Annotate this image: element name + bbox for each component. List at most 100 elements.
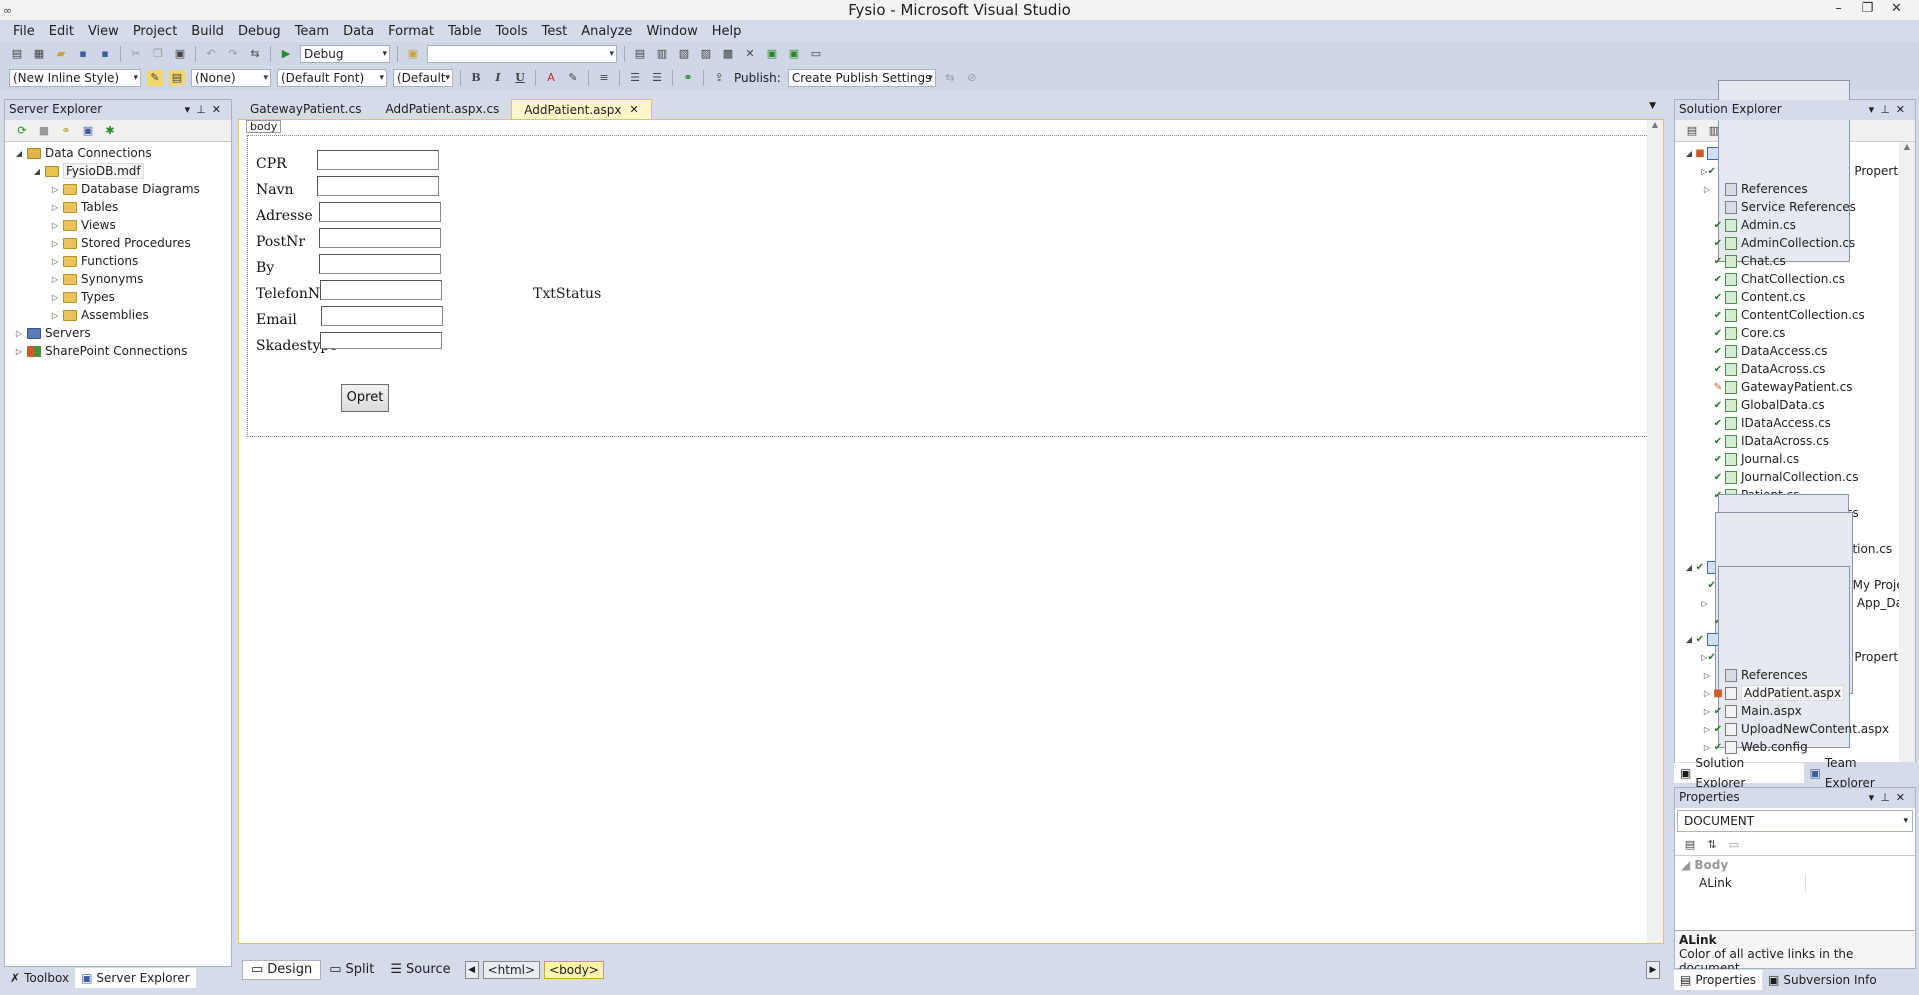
- highlight-icon[interactable]: ✎: [565, 70, 581, 86]
- collapsed-icon[interactable]: ▷: [49, 257, 61, 266]
- connect-server-icon[interactable]: ▣: [80, 123, 96, 139]
- extensions-icon[interactable]: ✕: [742, 46, 758, 62]
- menu-help[interactable]: Help: [705, 24, 749, 39]
- collapsed-icon[interactable]: ▷: [13, 347, 25, 356]
- menu-build[interactable]: Build: [184, 24, 231, 39]
- toolbox-icon[interactable]: ▨: [698, 46, 714, 62]
- close-button[interactable]: ✕: [1882, 0, 1911, 20]
- solution-explorer-icon[interactable]: ▤: [632, 46, 648, 62]
- solution-tree-item[interactable]: ✎ GatewayPatient.cs: [1675, 378, 1915, 396]
- solution-tree-item[interactable]: ✔ ChatCollection.cs: [1675, 270, 1915, 288]
- property-row-alink[interactable]: ALink: [1675, 874, 1915, 892]
- solution-tree-item[interactable]: ▷ ■ AddPatient.aspx: [1675, 684, 1915, 702]
- add-item-icon[interactable]: ▦: [31, 46, 47, 62]
- collapsed-icon[interactable]: ▷: [49, 275, 61, 284]
- textbox-by[interactable]: [319, 254, 441, 274]
- property-pages-icon[interactable]: ▭: [1726, 837, 1742, 853]
- tab-source[interactable]: ☰ Source: [382, 960, 458, 980]
- publish-settings-select[interactable]: Create Publish Settings: [787, 69, 936, 87]
- categorized-icon[interactable]: ▤: [1682, 837, 1698, 853]
- solution-tree-item[interactable]: ▷ ✔ Main.aspx: [1675, 702, 1915, 720]
- tree-data-connections[interactable]: ◢ Data Connections: [5, 144, 231, 162]
- tab-split[interactable]: ▭ Split: [321, 960, 382, 980]
- expanded-icon[interactable]: ◢: [1683, 563, 1695, 572]
- redo-icon[interactable]: ↷: [225, 46, 241, 62]
- command-window-icon[interactable]: ▭: [808, 46, 824, 62]
- find-in-files-icon[interactable]: ▣: [405, 46, 421, 62]
- tree-db-child[interactable]: ▷ Tables: [5, 198, 231, 216]
- collapsed-icon[interactable]: ▷: [49, 203, 61, 212]
- font-size-select[interactable]: (Default: [393, 69, 453, 87]
- panel-controls[interactable]: ▾⊥✕: [185, 100, 227, 119]
- textbox-email[interactable]: [321, 306, 443, 326]
- solution-tree-item[interactable]: ▷ ✔ Properties: [1675, 566, 1915, 748]
- textbox-adresse[interactable]: [319, 202, 441, 222]
- menu-test[interactable]: Test: [535, 24, 575, 39]
- solution-tree-item[interactable]: ✔ GlobalData.cs: [1675, 396, 1915, 414]
- collapsed-icon[interactable]: ▷: [1701, 707, 1713, 716]
- scroll-up-icon[interactable]: ▲: [1899, 142, 1915, 151]
- paste-icon[interactable]: ▣: [172, 46, 188, 62]
- crumb-forward-icon[interactable]: ▶: [1646, 961, 1660, 979]
- save-all-icon[interactable]: ▪: [97, 46, 113, 62]
- numbering-icon[interactable]: ☰: [649, 70, 665, 86]
- solution-tree-item[interactable]: ✔ Journal.cs: [1675, 450, 1915, 468]
- minimize-button[interactable]: –: [1824, 0, 1853, 20]
- textbox-navn[interactable]: [317, 176, 439, 196]
- tab-addpatient-aspx-cs[interactable]: AddPatient.aspx.cs: [373, 99, 511, 119]
- align-icon[interactable]: ≡: [596, 70, 612, 86]
- panel-controls[interactable]: ▾⊥✕: [1869, 788, 1911, 807]
- undo-icon[interactable]: ↶: [203, 46, 219, 62]
- crumb-html[interactable]: <html>: [482, 961, 541, 979]
- tree-db-child[interactable]: ▷ Functions: [5, 252, 231, 270]
- solution-tree-item[interactable]: Service References: [1675, 198, 1915, 216]
- solution-vertical-scrollbar[interactable]: ▲: [1899, 142, 1915, 762]
- new-project-icon[interactable]: ▤: [9, 46, 25, 62]
- properties-icon[interactable]: ▥: [654, 46, 670, 62]
- block-format-select[interactable]: (None): [191, 69, 271, 87]
- tree-db-child[interactable]: ▷ Synonyms: [5, 270, 231, 288]
- error-list-icon[interactable]: ▩: [720, 46, 736, 62]
- apply-style-icon[interactable]: ▤: [169, 70, 185, 86]
- menu-window[interactable]: Window: [639, 24, 704, 39]
- open-icon[interactable]: ▰: [53, 46, 69, 62]
- collapsed-icon[interactable]: ▷: [1701, 725, 1713, 734]
- find-combo[interactable]: [427, 45, 617, 63]
- new-style-icon[interactable]: ✎: [147, 70, 163, 86]
- tree-db-child[interactable]: ▷ Stored Procedures: [5, 234, 231, 252]
- solution-tree-item[interactable]: ✔ DataAcross.cs: [1675, 360, 1915, 378]
- object-browser-icon[interactable]: ▧: [676, 46, 692, 62]
- tree-db-child[interactable]: ▷ Assemblies: [5, 306, 231, 324]
- tab-server-explorer[interactable]: ▣ Server Explorer: [75, 968, 196, 988]
- publish-icon[interactable]: ⇪: [711, 70, 727, 86]
- property-category[interactable]: ◢ Body: [1675, 856, 1915, 874]
- menu-format[interactable]: Format: [381, 24, 441, 39]
- collapsed-icon[interactable]: ▷: [1701, 599, 1708, 608]
- tree-fysiodb[interactable]: ◢ FysioDB.mdf: [5, 162, 231, 180]
- tab-gatewaypatient-cs[interactable]: GatewayPatient.cs: [238, 99, 373, 119]
- property-value[interactable]: [1805, 874, 1915, 892]
- opret-button[interactable]: Opret: [341, 384, 389, 412]
- properties-icon[interactable]: ▤: [1684, 123, 1700, 139]
- menu-data[interactable]: Data: [336, 24, 381, 39]
- alphabetical-icon[interactable]: ⇅: [1704, 837, 1720, 853]
- crumb-back-icon[interactable]: ◀: [464, 961, 479, 979]
- expanded-icon[interactable]: ◢: [13, 149, 25, 158]
- expanded-icon[interactable]: ◢: [1683, 149, 1695, 158]
- solution-tree-item[interactable]: ▷ ✔ Properties: [1675, 80, 1915, 262]
- menu-view[interactable]: View: [81, 24, 126, 39]
- italic-button[interactable]: I: [490, 70, 506, 86]
- collapsed-icon[interactable]: ▷: [1701, 185, 1713, 194]
- solution-tree-item[interactable]: ✔ JournalCollection.cs: [1675, 468, 1915, 486]
- solution-tree-item[interactable]: ✔ IDataAcross.cs: [1675, 432, 1915, 450]
- copy-icon[interactable]: ❐: [150, 46, 166, 62]
- tab-addpatient-aspx[interactable]: AddPatient.aspx ✕: [511, 99, 652, 119]
- tree-sharepoint[interactable]: ▷ SharePoint Connections: [5, 342, 231, 360]
- scroll-up-icon[interactable]: ▲: [1647, 120, 1663, 129]
- tab-solution-explorer[interactable]: ▣ Solution Explorer: [1674, 756, 1804, 790]
- tab-toolbox[interactable]: ✗ Toolbox: [4, 968, 75, 988]
- collapsed-icon[interactable]: ▷: [1701, 743, 1713, 752]
- panel-controls[interactable]: ▾⊥✕: [1869, 100, 1911, 119]
- stop-refresh-icon[interactable]: ■: [36, 123, 52, 139]
- expanded-icon[interactable]: ◢: [31, 167, 43, 176]
